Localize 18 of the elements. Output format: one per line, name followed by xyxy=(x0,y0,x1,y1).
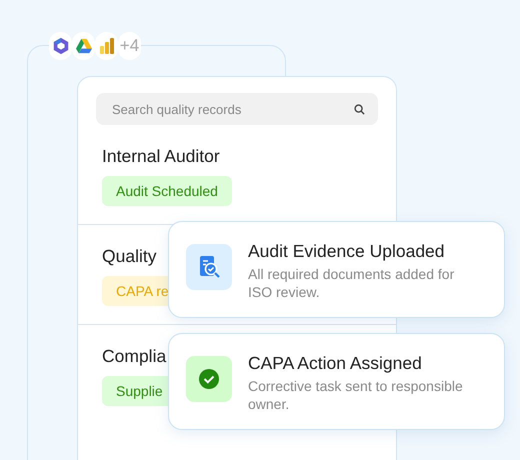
app-badge[interactable] xyxy=(49,32,72,60)
triangle-icon xyxy=(74,38,92,54)
notification-title: CAPA Action Assigned xyxy=(248,352,423,374)
notification-text: All required documents added for ISO review. xyxy=(248,265,456,301)
notification-title: Audit Evidence Uploaded xyxy=(248,240,446,262)
record-title: Complia xyxy=(102,345,166,367)
record-title: Quality xyxy=(102,245,156,267)
app-badge[interactable] xyxy=(95,32,118,60)
record-title: Internal Auditor xyxy=(102,145,220,167)
ring-icon xyxy=(52,37,70,55)
status-tag: Audit Scheduled xyxy=(102,176,232,206)
document-search-icon xyxy=(186,244,232,290)
notification-text: Corrective task sent to responsible owner. xyxy=(248,377,464,413)
search-icon xyxy=(354,104,365,115)
bar-chart-icon xyxy=(98,37,114,55)
search-field[interactable]: Search quality records xyxy=(96,93,378,125)
more-count: +4 xyxy=(120,35,140,58)
app-badge[interactable] xyxy=(72,32,95,60)
